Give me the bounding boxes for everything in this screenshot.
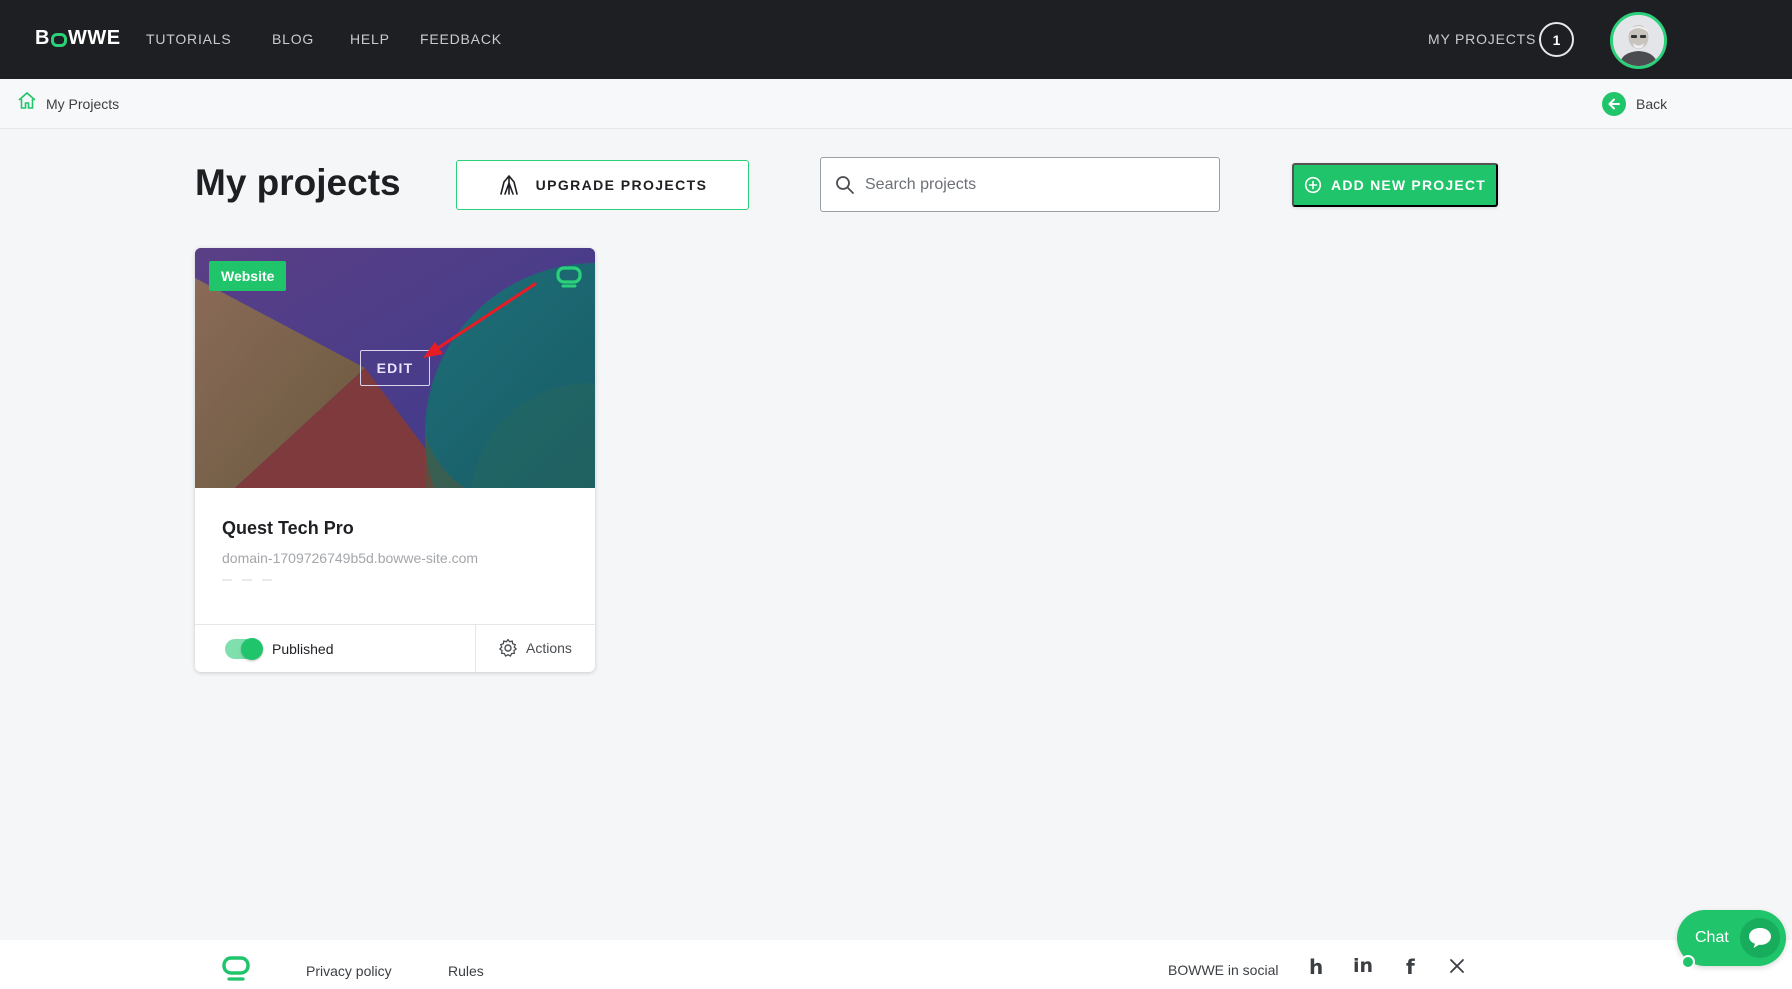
- breadcrumb-current[interactable]: My Projects: [46, 96, 119, 112]
- published-toggle[interactable]: [225, 638, 263, 660]
- project-name[interactable]: Quest Tech Pro: [222, 518, 354, 539]
- project-domain[interactable]: domain-1709726749b5d.bowwe-site.com: [222, 550, 478, 566]
- bowwe-brand-icon: [556, 266, 582, 288]
- project-type-tag: Website: [209, 261, 287, 291]
- chat-bubble-icon: [1740, 918, 1780, 958]
- gear-icon: [499, 638, 517, 657]
- logo-text-start: B: [35, 27, 50, 49]
- home-icon[interactable]: [17, 91, 37, 111]
- page-footer: Privacy policy Rules BOWWE in social h i…: [0, 940, 1792, 989]
- add-new-project-button[interactable]: ADD NEW PROJECT: [1292, 163, 1498, 207]
- footer-divider: [475, 625, 476, 672]
- search-input[interactable]: [865, 175, 1205, 194]
- rules-link[interactable]: Rules: [448, 963, 484, 979]
- nav-tutorials[interactable]: TUTORIALS: [146, 31, 232, 47]
- online-status-dot: [1681, 955, 1695, 969]
- houzz-icon[interactable]: h: [1309, 955, 1323, 979]
- nav-my-projects[interactable]: MY PROJECTS: [1428, 31, 1536, 47]
- top-navigation: B WWE TUTORIALS BLOG HELP FEEDBACK MY PRO…: [0, 0, 1792, 79]
- project-actions-button[interactable]: Actions: [498, 638, 572, 658]
- social-label: BOWWE in social: [1168, 962, 1279, 978]
- card-faint-divider: [222, 579, 272, 581]
- add-project-label: ADD NEW PROJECT: [1331, 177, 1486, 193]
- project-card-footer: Published Actions: [195, 624, 595, 672]
- bowwe-logo[interactable]: B WWE: [35, 27, 121, 50]
- nav-help[interactable]: HELP: [350, 31, 390, 47]
- logo-o-icon: [50, 32, 67, 47]
- facebook-icon[interactable]: f: [1406, 955, 1415, 979]
- project-thumbnail[interactable]: Website EDIT: [195, 248, 595, 488]
- back-label: Back: [1636, 96, 1668, 112]
- nav-feedback[interactable]: FEEDBACK: [420, 31, 502, 47]
- actions-label: Actions: [526, 640, 572, 656]
- upgrade-projects-button[interactable]: UPGRADE PROJECTS: [456, 160, 749, 210]
- search-box[interactable]: [820, 157, 1220, 212]
- back-button[interactable]: Back: [1602, 92, 1667, 116]
- upgrade-label: UPGRADE PROJECTS: [535, 177, 708, 193]
- privacy-policy-link[interactable]: Privacy policy: [306, 963, 392, 979]
- upgrade-arrows-icon: [499, 175, 518, 195]
- plus-circle-icon: [1304, 176, 1322, 194]
- bowwe-footer-logo-icon[interactable]: [221, 956, 251, 982]
- breadcrumb: My Projects Back: [0, 79, 1792, 129]
- edit-project-button[interactable]: EDIT: [360, 350, 430, 386]
- project-card: Website EDIT Quest Tech Pro domain-17097…: [195, 248, 595, 672]
- chat-widget-button[interactable]: Chat: [1677, 910, 1786, 969]
- chat-label: Chat: [1695, 929, 1729, 946]
- toggle-knob: [241, 638, 263, 660]
- arrow-left-icon: [1602, 92, 1626, 116]
- x-icon[interactable]: [1449, 958, 1465, 974]
- search-icon: [836, 175, 854, 194]
- user-avatar[interactable]: [1610, 12, 1667, 69]
- avatar-portrait-icon: [1613, 15, 1664, 66]
- project-count-badge[interactable]: 1: [1539, 22, 1574, 57]
- page-title: My projects: [195, 162, 401, 203]
- logo-text-end: WWE: [67, 27, 121, 49]
- linkedin-icon[interactable]: in: [1353, 955, 1373, 977]
- nav-blog[interactable]: BLOG: [272, 31, 314, 47]
- published-label: Published: [272, 641, 334, 657]
